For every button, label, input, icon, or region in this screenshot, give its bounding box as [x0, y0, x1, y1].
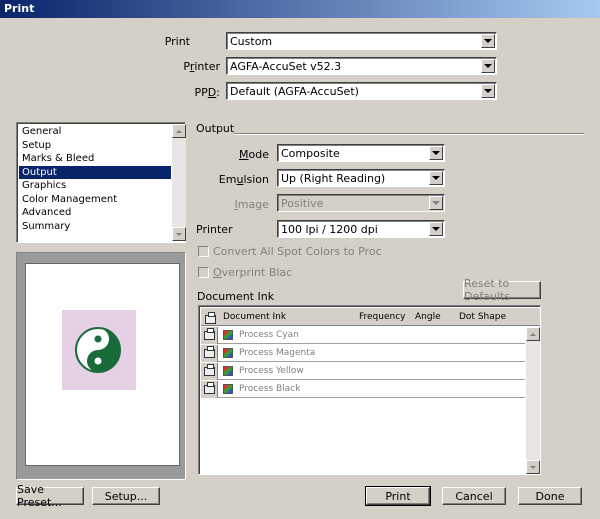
- ink-name: Process Yellow: [239, 366, 304, 376]
- process-color-icon: [223, 348, 233, 358]
- printer-icon[interactable]: [201, 327, 218, 344]
- document-ink-table[interactable]: Document Ink Frequency Angle Dot Shape P…: [198, 305, 541, 475]
- category-scrollbar[interactable]: [172, 124, 186, 241]
- table-row[interactable]: Process Yellow: [201, 363, 525, 380]
- save-preset-button[interactable]: Save Preset...: [16, 483, 84, 509]
- reset-to-defaults-button[interactable]: Reset to Defaults: [463, 277, 541, 303]
- chevron-down-icon[interactable]: [481, 34, 495, 48]
- document-ink-title: Document Ink: [197, 290, 275, 303]
- printer-select[interactable]: AGFA-AccuSet v52.3: [226, 57, 497, 75]
- checkbox-box[interactable]: [198, 267, 209, 278]
- printer-icon[interactable]: [201, 363, 218, 380]
- image-value: Positive: [281, 197, 324, 210]
- process-color-icon: [223, 366, 233, 376]
- table-row[interactable]: Process Magenta: [201, 345, 525, 362]
- column-angle[interactable]: Angle: [415, 312, 441, 322]
- overprint-black-label: Overprint Blac: [213, 266, 293, 279]
- ink-scrollbar[interactable]: [526, 327, 540, 474]
- ink-table-header: Document Ink Frequency Angle Dot Shape: [201, 308, 540, 326]
- sidebar-item-setup[interactable]: Setup: [19, 139, 171, 153]
- sidebar-item-marks-bleed[interactable]: Marks & Bleed: [19, 152, 171, 166]
- sidebar-item-output[interactable]: Output: [19, 165, 171, 179]
- scroll-up-icon[interactable]: [172, 124, 186, 138]
- ppd-label: PPD:: [194, 86, 220, 99]
- sidebar-item-advanced[interactable]: Advanced: [19, 206, 171, 220]
- column-document-ink[interactable]: Document Ink: [223, 312, 286, 322]
- page-preview: [16, 252, 186, 480]
- chevron-down-icon[interactable]: [429, 171, 443, 185]
- print-preset-select[interactable]: Custom: [226, 32, 497, 50]
- emulsion-select[interactable]: Up (Right Reading): [277, 169, 445, 187]
- print-preset-value: Custom: [230, 35, 273, 48]
- sidebar-item-color-management[interactable]: Color Management: [19, 193, 171, 207]
- table-row[interactable]: Process Cyan: [201, 327, 525, 344]
- process-color-icon: [223, 330, 233, 340]
- ppd-value: Default (AGFA-AccuSet): [230, 85, 359, 98]
- sidebar-item-summary[interactable]: Summary: [19, 220, 171, 234]
- chevron-down-icon[interactable]: [429, 196, 443, 210]
- category-list[interactable]: General Setup Marks & Bleed Output Graphics C…: [16, 122, 186, 243]
- chevron-down-icon[interactable]: [429, 222, 443, 236]
- printer-value: AGFA-AccuSet v52.3: [230, 60, 342, 73]
- preview-page: [25, 263, 180, 466]
- process-color-icon: [223, 384, 233, 394]
- scroll-down-icon[interactable]: [172, 227, 186, 241]
- column-frequency[interactable]: Frequency: [359, 312, 406, 322]
- printer-icon[interactable]: [201, 345, 218, 362]
- image-select[interactable]: Positive: [277, 194, 445, 212]
- mode-label: Mode: [239, 148, 269, 161]
- mode-value: Composite: [281, 147, 340, 160]
- ink-name: Process Black: [239, 384, 301, 394]
- convert-spot-colors-checkbox[interactable]: Convert All Spot Colors to Proc: [198, 245, 382, 258]
- chevron-down-icon[interactable]: [481, 59, 495, 73]
- sidebar-item-graphics[interactable]: Graphics: [19, 179, 171, 193]
- table-row[interactable]: Process Black: [201, 381, 525, 398]
- print-label: Print: [164, 35, 190, 48]
- printer-label: Printer: [183, 60, 220, 73]
- sidebar-item-general[interactable]: General: [19, 125, 171, 139]
- cancel-button[interactable]: Cancel: [442, 487, 506, 505]
- screening-value: 100 lpi / 1200 dpi: [281, 223, 378, 236]
- convert-spot-colors-label: Convert All Spot Colors to Proc: [213, 245, 382, 258]
- scroll-down-icon[interactable]: [526, 460, 540, 474]
- emulsion-value: Up (Right Reading): [281, 172, 386, 185]
- window-title: Print: [0, 0, 600, 18]
- emulsion-label: Emulsion: [218, 173, 269, 186]
- ink-name: Process Cyan: [239, 330, 299, 340]
- chevron-down-icon[interactable]: [429, 146, 443, 160]
- column-dot-shape[interactable]: Dot Shape: [459, 312, 506, 322]
- screening-label: Printer: [196, 223, 233, 236]
- overprint-black-checkbox[interactable]: Overprint Blac: [198, 266, 292, 279]
- mode-select[interactable]: Composite: [277, 144, 445, 162]
- output-section-title: Output: [196, 122, 235, 135]
- scroll-up-icon[interactable]: [526, 327, 540, 341]
- screening-select[interactable]: 100 lpi / 1200 dpi: [277, 220, 445, 238]
- section-divider: [234, 133, 584, 135]
- chevron-down-icon[interactable]: [481, 84, 495, 98]
- image-label: Image: [234, 198, 269, 211]
- done-button[interactable]: Done: [518, 487, 582, 505]
- printer-icon[interactable]: [201, 381, 218, 398]
- setup-button[interactable]: Setup...: [92, 487, 160, 505]
- yin-yang-icon: [75, 327, 121, 373]
- ink-name: Process Magenta: [239, 348, 316, 358]
- checkbox-box[interactable]: [198, 246, 209, 257]
- print-button[interactable]: Print: [365, 486, 431, 506]
- ppd-select[interactable]: Default (AGFA-AccuSet): [226, 82, 497, 100]
- preview-artwork: [62, 310, 136, 390]
